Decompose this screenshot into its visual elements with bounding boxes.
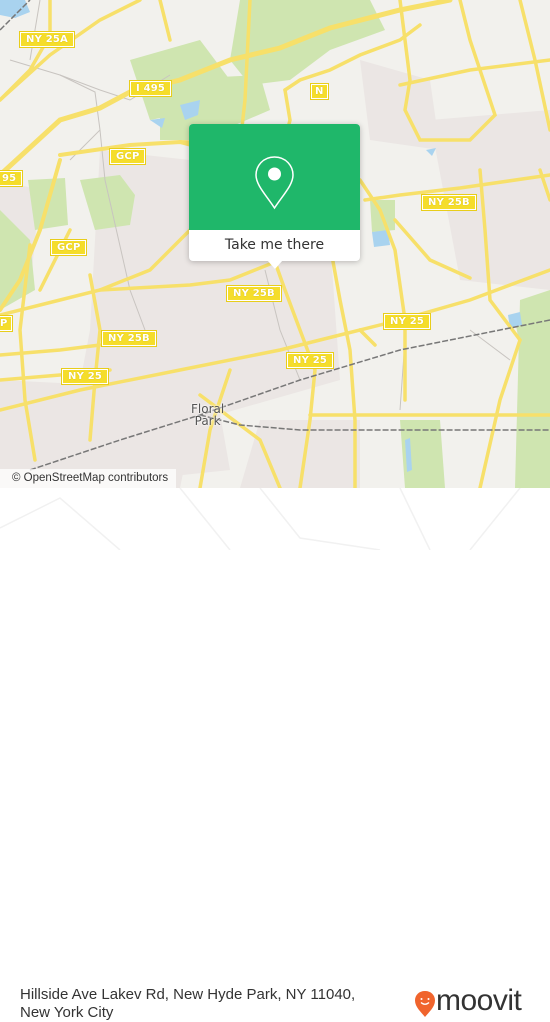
address-text: Hillside Ave Lakev Rd, New Hyde Park, NY… bbox=[20, 986, 410, 1022]
map-attribution[interactable]: © OpenStreetMap contributors bbox=[0, 469, 177, 488]
road-shield-gcp: GCP bbox=[49, 239, 88, 256]
moovit-pin-logo-icon bbox=[415, 991, 435, 1017]
footer: Hillside Ave Lakev Rd, New Hyde Park, NY… bbox=[0, 488, 550, 1021]
road-shield-ny25b: NY 25B bbox=[101, 330, 157, 347]
place-label-floral-park: Floral Park bbox=[191, 403, 224, 427]
road-shield-ny25b: NY 25B bbox=[421, 194, 477, 211]
address-line-1: Hillside Ave Lakev Rd, New Hyde Park, NY… bbox=[20, 986, 356, 1003]
place-label-line: Park bbox=[194, 414, 221, 428]
water bbox=[426, 148, 436, 156]
road-shield-ny25: NY 25 bbox=[285, 352, 335, 369]
road bbox=[518, 0, 550, 132]
road-shield-ny25: NY 25 bbox=[382, 313, 432, 330]
urban-area bbox=[360, 60, 440, 150]
road-shield-ny25a: NY 25A bbox=[19, 31, 75, 48]
moovit-logo: moovit bbox=[414, 984, 544, 1020]
road-shield-gcp: GCP bbox=[108, 148, 147, 165]
minor-road bbox=[29, 0, 41, 61]
map-pin-icon bbox=[255, 156, 294, 210]
take-me-there-button[interactable]: Take me there bbox=[189, 230, 360, 261]
map-view[interactable]: NY 25A I 495 N GCP 95 GCP P NY 25B NY 25… bbox=[0, 0, 550, 488]
road bbox=[0, 343, 102, 357]
road bbox=[358, 328, 377, 347]
road-shield-i495: I 495 bbox=[128, 80, 173, 97]
address-line-2: New York City bbox=[20, 1004, 114, 1021]
road-shield-ny25b: NY 25B bbox=[226, 285, 282, 302]
road-shield-n: N bbox=[310, 83, 329, 100]
road-shield-ny25: NY 25 bbox=[60, 368, 110, 385]
road bbox=[158, 0, 172, 42]
road bbox=[38, 228, 72, 292]
road bbox=[398, 58, 550, 87]
popup-header bbox=[189, 124, 360, 230]
road-shield-95: 95 bbox=[0, 170, 24, 187]
moovit-wordmark: moovit bbox=[436, 984, 522, 1017]
road bbox=[358, 178, 407, 402]
road-shield-p: P bbox=[0, 315, 13, 332]
location-popup: Take me there bbox=[189, 124, 360, 269]
popup-pointer bbox=[267, 260, 283, 269]
footer-background-pattern bbox=[0, 488, 521, 550]
